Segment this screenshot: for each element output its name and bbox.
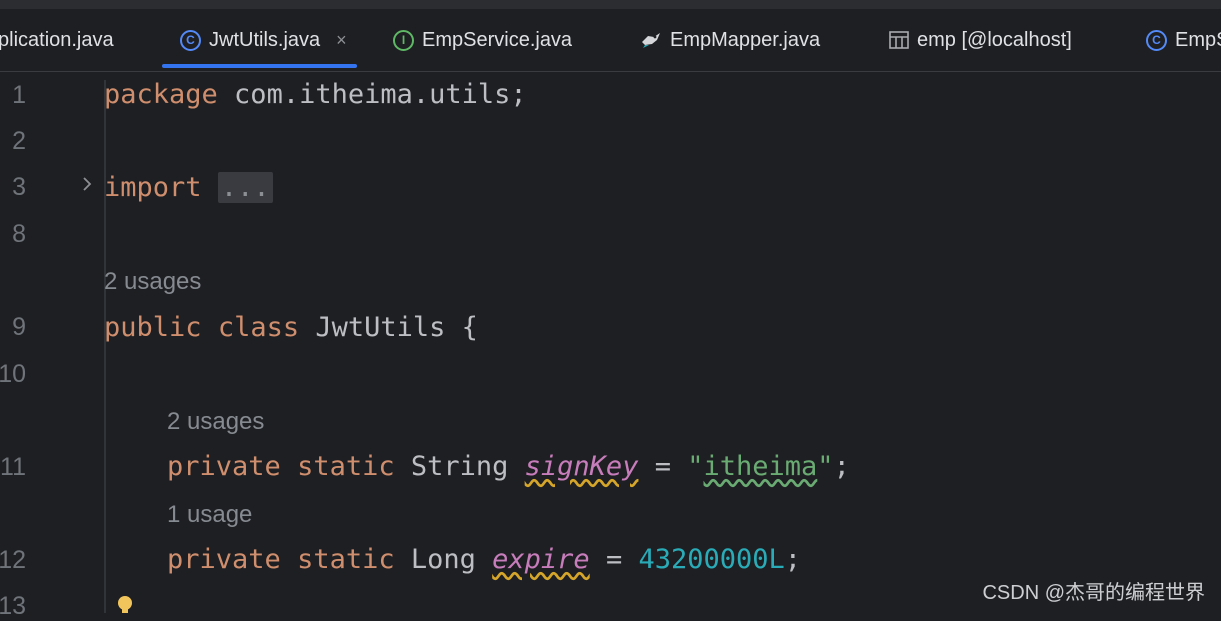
tab-empservice[interactable]: I EmpService.java xyxy=(393,9,572,71)
line-number: 10 xyxy=(0,360,26,388)
tab-label: emp [@localhost] xyxy=(917,28,1072,51)
keyword: private xyxy=(167,544,281,575)
keyword: package xyxy=(104,79,218,110)
table-icon xyxy=(889,31,909,49)
close-icon[interactable]: × xyxy=(336,30,347,51)
operator: = xyxy=(589,544,639,575)
line-number: 11 xyxy=(0,453,26,481)
keyword: public xyxy=(104,312,202,343)
field-name: expire xyxy=(492,544,590,575)
tab-label: EmpService.java xyxy=(422,28,573,51)
line-number: 1 xyxy=(12,81,26,109)
keyword: static xyxy=(297,451,395,482)
number-literal: 43200000L xyxy=(638,544,785,575)
code-line-signkey: private static String signKey = "itheima… xyxy=(167,451,850,482)
usages-hint[interactable]: 2 usages xyxy=(167,408,264,436)
tab-label: JwtUtils.java xyxy=(209,28,321,51)
line-number: 2 xyxy=(12,127,26,155)
string-literal: itheima xyxy=(703,451,818,482)
class-icon: C xyxy=(180,29,201,51)
line-number: 12 xyxy=(0,546,26,574)
code-line-expire: private static Long expire = 43200000L; xyxy=(167,544,801,575)
csdn-watermark: CSDN @杰哥的编程世界 xyxy=(982,582,1205,604)
line-number: 8 xyxy=(12,220,26,248)
keyword: import xyxy=(104,172,202,203)
line-number: 9 xyxy=(12,313,26,341)
code-editor[interactable]: 1 2 3 8 9 10 11 12 13 package com.itheim… xyxy=(0,72,1221,620)
line-number: 3 xyxy=(12,173,26,201)
folded-imports[interactable]: ... xyxy=(217,172,273,203)
tab-label: plication.java xyxy=(0,28,114,51)
keyword: private xyxy=(167,451,281,482)
tab-label: EmpS xyxy=(1175,28,1221,51)
keyword: class xyxy=(217,312,300,343)
tab-application[interactable]: plication.java xyxy=(0,9,114,71)
tab-jwtutils[interactable]: C JwtUtils.java × xyxy=(162,9,357,71)
quote: " xyxy=(817,451,834,482)
tab-emps-partial[interactable]: C EmpS xyxy=(1146,9,1221,71)
type-name: Long xyxy=(394,544,493,575)
usages-hint[interactable]: 2 usages xyxy=(104,268,201,296)
keyword: static xyxy=(297,544,395,575)
type-name: String xyxy=(394,451,525,482)
code-text: com.itheima.utils; xyxy=(217,79,527,110)
line-number: 13 xyxy=(0,592,26,620)
semicolon: ; xyxy=(784,544,802,575)
code-line-class: public class JwtUtils { xyxy=(104,312,478,343)
chevron-right-icon[interactable] xyxy=(78,175,96,193)
code-line-import: import ... xyxy=(104,172,273,203)
class-icon: C xyxy=(1146,29,1167,51)
semicolon: ; xyxy=(833,451,850,482)
tab-empmapper[interactable]: EmpMapper.java xyxy=(640,9,820,71)
interface-icon: I xyxy=(393,29,414,51)
editor-tab-bar: plication.java C JwtUtils.java × I EmpSe… xyxy=(0,9,1221,72)
mybatis-bird-icon xyxy=(640,30,662,50)
quote: " xyxy=(687,451,704,482)
usages-hint[interactable]: 1 usage xyxy=(167,501,252,529)
code-line-package: package com.itheima.utils; xyxy=(104,79,527,110)
field-name: signKey xyxy=(524,451,639,482)
tab-label: EmpMapper.java xyxy=(670,28,821,51)
window-top-strip xyxy=(0,0,1221,9)
tab-emp-table[interactable]: emp [@localhost] xyxy=(889,9,1072,71)
code-text: JwtUtils { xyxy=(299,312,478,343)
indent-guide xyxy=(104,80,106,613)
operator: = xyxy=(638,451,688,482)
